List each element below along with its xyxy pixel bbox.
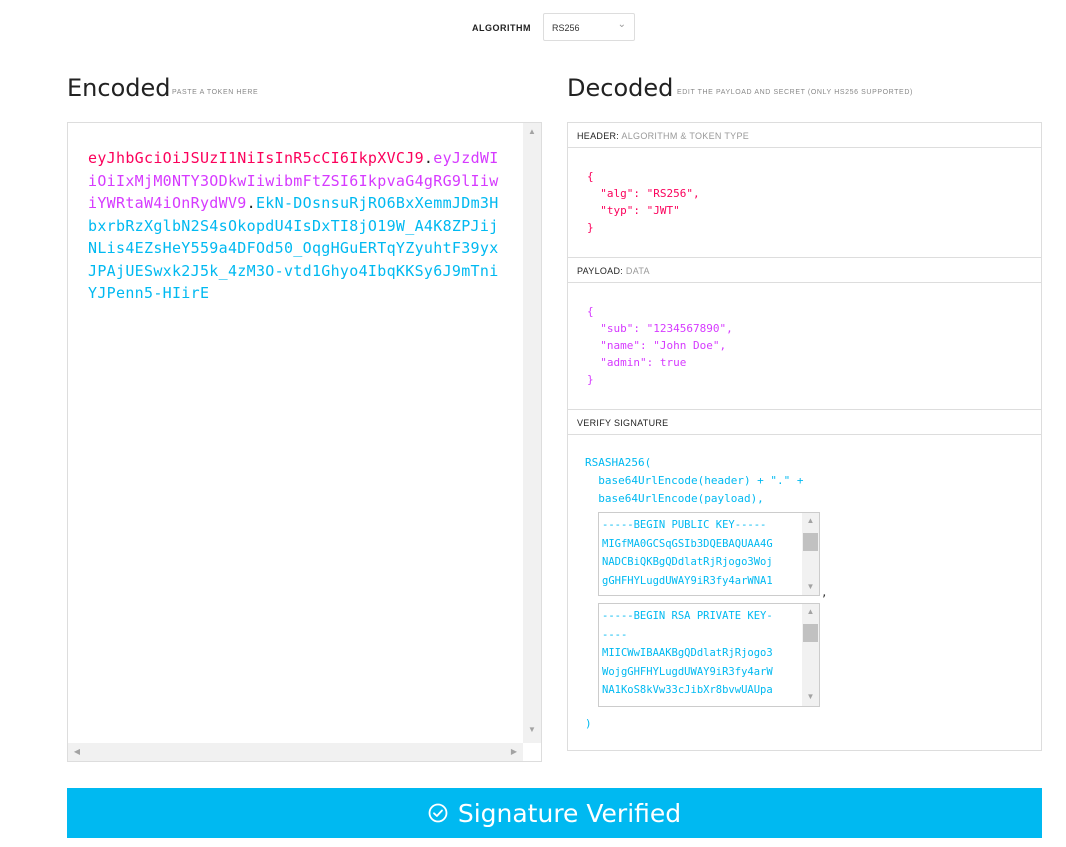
token-header-part: eyJhbGciOiJSUzI1NiIsInR5cCI6IkpXVCJ9 bbox=[88, 149, 424, 167]
algorithm-label: ALGORITHM bbox=[472, 23, 531, 33]
scroll-down-arrow-icon[interactable]: ▼ bbox=[802, 692, 819, 701]
public-key-textarea[interactable]: -----BEGIN PUBLIC KEY----- MIGfMA0GCSqGS… bbox=[598, 512, 820, 596]
chevron-down-icon: ⌄ bbox=[617, 19, 626, 30]
decoded-panel: HEADER: ALGORITHM & TOKEN TYPE { "alg": … bbox=[567, 122, 1042, 751]
encoded-subtitle: PASTE A TOKEN HERE bbox=[172, 89, 259, 96]
signature-algo-line: RSASHA256( bbox=[585, 456, 652, 469]
encoded-token-textarea[interactable]: eyJhbGciOiJSUzI1NiIsInR5cCI6IkpXVCJ9.eyJ… bbox=[67, 122, 542, 762]
decoded-subtitle: EDIT THE PAYLOAD AND SECRET (ONLY HS256 … bbox=[677, 89, 913, 96]
algorithm-select[interactable]: RS256 ⌄ bbox=[543, 13, 635, 41]
public-key-scrollbar[interactable]: ▲ ▼ bbox=[802, 513, 819, 595]
private-key-scrollbar[interactable]: ▲ ▼ bbox=[802, 604, 819, 706]
private-key-textarea[interactable]: -----BEGIN RSA PRIVATE KEY- ---- MIICWwI… bbox=[598, 603, 820, 707]
private-key-text[interactable]: -----BEGIN RSA PRIVATE KEY- ---- MIICWwI… bbox=[602, 607, 800, 700]
signature-comma: , bbox=[821, 586, 828, 599]
scroll-down-arrow-icon[interactable]: ▼ bbox=[802, 582, 819, 591]
header-section-title: HEADER: ALGORITHM & TOKEN TYPE bbox=[568, 123, 1041, 148]
header-section-label: HEADER: bbox=[577, 131, 620, 141]
scrollbar-thumb[interactable] bbox=[803, 624, 818, 642]
payload-section-title: PAYLOAD: DATA bbox=[568, 258, 1041, 283]
encoded-horizontal-scrollbar[interactable]: ◀ ▶ bbox=[68, 743, 523, 761]
encoded-vertical-scrollbar[interactable]: ▲ ▼ bbox=[523, 123, 541, 743]
signature-header-line: base64UrlEncode(header) + "." + bbox=[585, 474, 804, 487]
scroll-right-arrow-icon[interactable]: ▶ bbox=[505, 747, 523, 756]
signature-verified-text: Signature Verified bbox=[457, 798, 682, 828]
signature-section-label: VERIFY SIGNATURE bbox=[577, 418, 669, 428]
encoded-title: Encoded bbox=[67, 74, 171, 102]
scroll-up-arrow-icon[interactable]: ▲ bbox=[802, 607, 819, 616]
check-circle-icon bbox=[428, 803, 448, 823]
payload-section-sub: DATA bbox=[625, 266, 650, 276]
signature-verified-banner: Signature Verified bbox=[67, 788, 1042, 838]
scroll-down-arrow-icon[interactable]: ▼ bbox=[523, 725, 541, 734]
signature-close-paren: ) bbox=[585, 717, 592, 730]
scrollbar-thumb[interactable] bbox=[803, 533, 818, 551]
scroll-left-arrow-icon[interactable]: ◀ bbox=[68, 747, 86, 756]
algorithm-row: ALGORITHM RS256 ⌄ bbox=[0, 13, 1066, 43]
public-key-text[interactable]: -----BEGIN PUBLIC KEY----- MIGfMA0GCSqGS… bbox=[602, 516, 800, 590]
payload-json-editor[interactable]: { "sub": "1234567890", "name": "John Doe… bbox=[587, 303, 733, 388]
scroll-up-arrow-icon[interactable]: ▲ bbox=[523, 127, 541, 136]
scroll-up-arrow-icon[interactable]: ▲ bbox=[802, 516, 819, 525]
payload-section-label: PAYLOAD: bbox=[577, 266, 624, 276]
signature-section-title: VERIFY SIGNATURE bbox=[568, 410, 1041, 435]
header-json-editor[interactable]: { "alg": "RS256", "typ": "JWT" } bbox=[587, 168, 700, 236]
encoded-token-text[interactable]: eyJhbGciOiJSUzI1NiIsInR5cCI6IkpXVCJ9.eyJ… bbox=[88, 147, 500, 305]
token-dot: . bbox=[423, 149, 434, 167]
decoded-title: Decoded bbox=[567, 74, 674, 102]
token-dot: . bbox=[246, 194, 256, 212]
algorithm-selected-value: RS256 bbox=[552, 23, 580, 33]
header-section-sub: ALGORITHM & TOKEN TYPE bbox=[621, 131, 750, 141]
signature-payload-line: base64UrlEncode(payload), bbox=[585, 492, 764, 505]
